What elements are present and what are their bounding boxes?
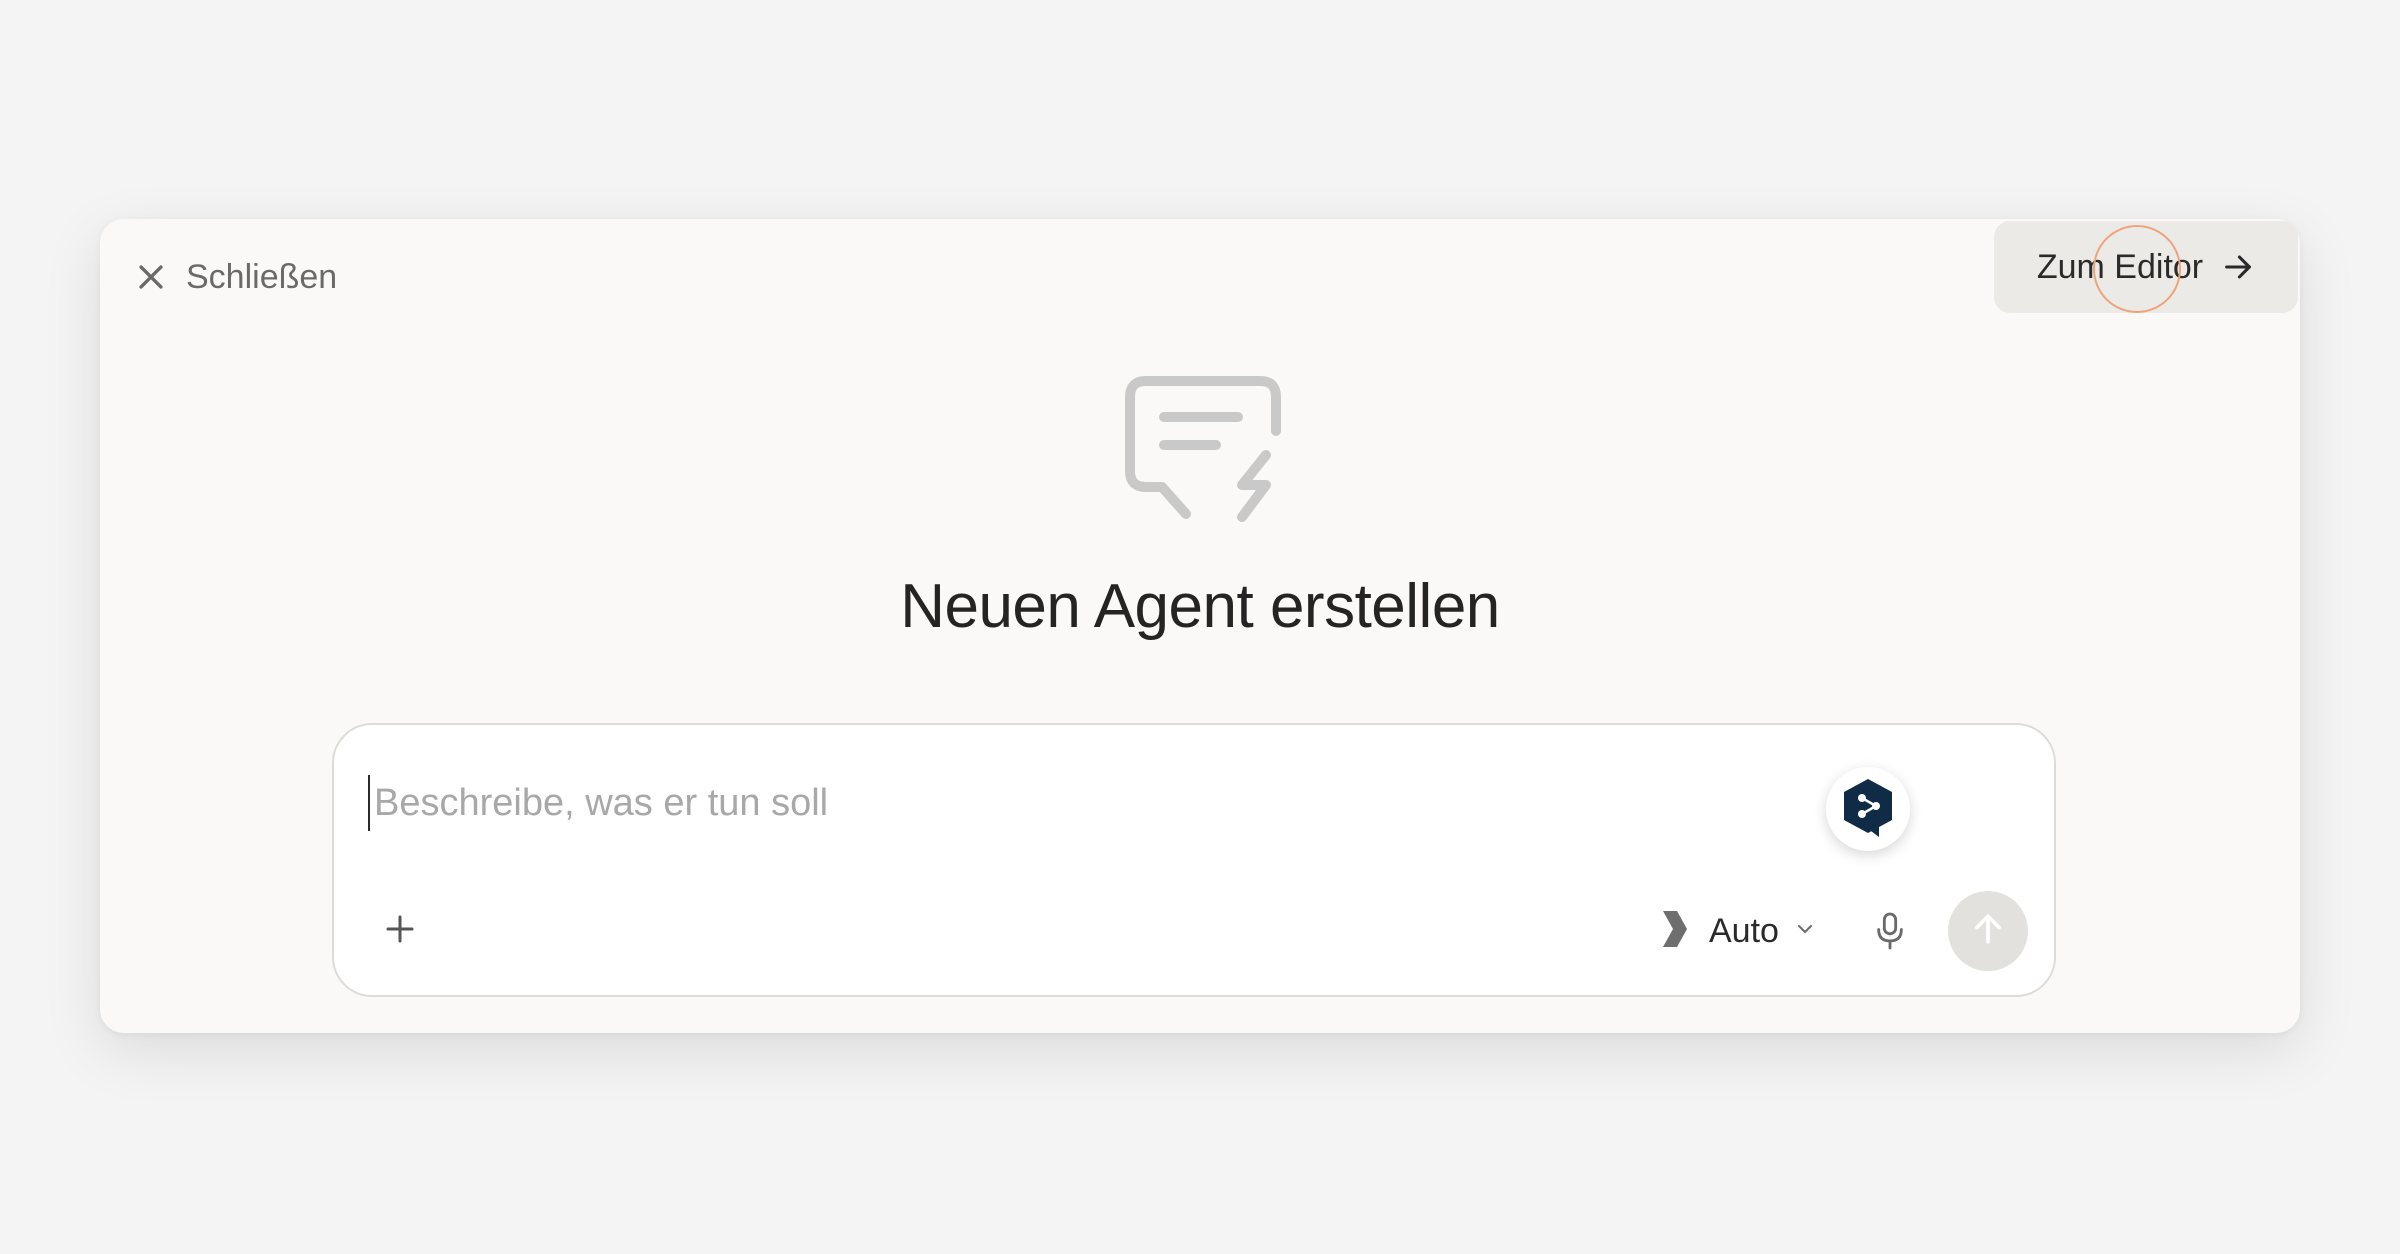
close-button[interactable]: Schließen [134, 249, 337, 305]
model-selector[interactable]: Auto [1659, 901, 1817, 961]
arrow-up-icon [1969, 910, 2007, 953]
editor-label: Zum Editor [2036, 247, 2204, 286]
deepl-logo-icon [1841, 777, 1895, 842]
close-label: Schließen [186, 257, 338, 296]
plus-icon [382, 911, 418, 952]
agent-description-input[interactable] [368, 775, 1774, 831]
message-lightning-icon [1116, 369, 1286, 539]
close-icon [134, 260, 168, 294]
deepl-translator-badge[interactable] [1826, 767, 1910, 851]
arrow-right-icon [2221, 250, 2255, 284]
chevron-down-icon [1793, 917, 1817, 946]
go-to-editor-button[interactable]: Zum Editor [1994, 221, 2298, 313]
create-agent-modal: Schließen Zum Editor Neuen Agent erstell… [100, 219, 2300, 1033]
voice-input-button[interactable] [1868, 909, 1912, 957]
microphone-icon [1873, 911, 1907, 956]
add-attachment-button[interactable] [378, 909, 422, 953]
page-title: Neuen Agent erstellen [900, 572, 1500, 641]
model-brand-icon [1659, 909, 1689, 954]
agent-composer: Auto [332, 723, 2056, 997]
page: Schließen Zum Editor Neuen Agent erstell… [0, 0, 2400, 1254]
send-button[interactable] [1948, 891, 2028, 971]
model-label: Auto [1709, 911, 1779, 950]
